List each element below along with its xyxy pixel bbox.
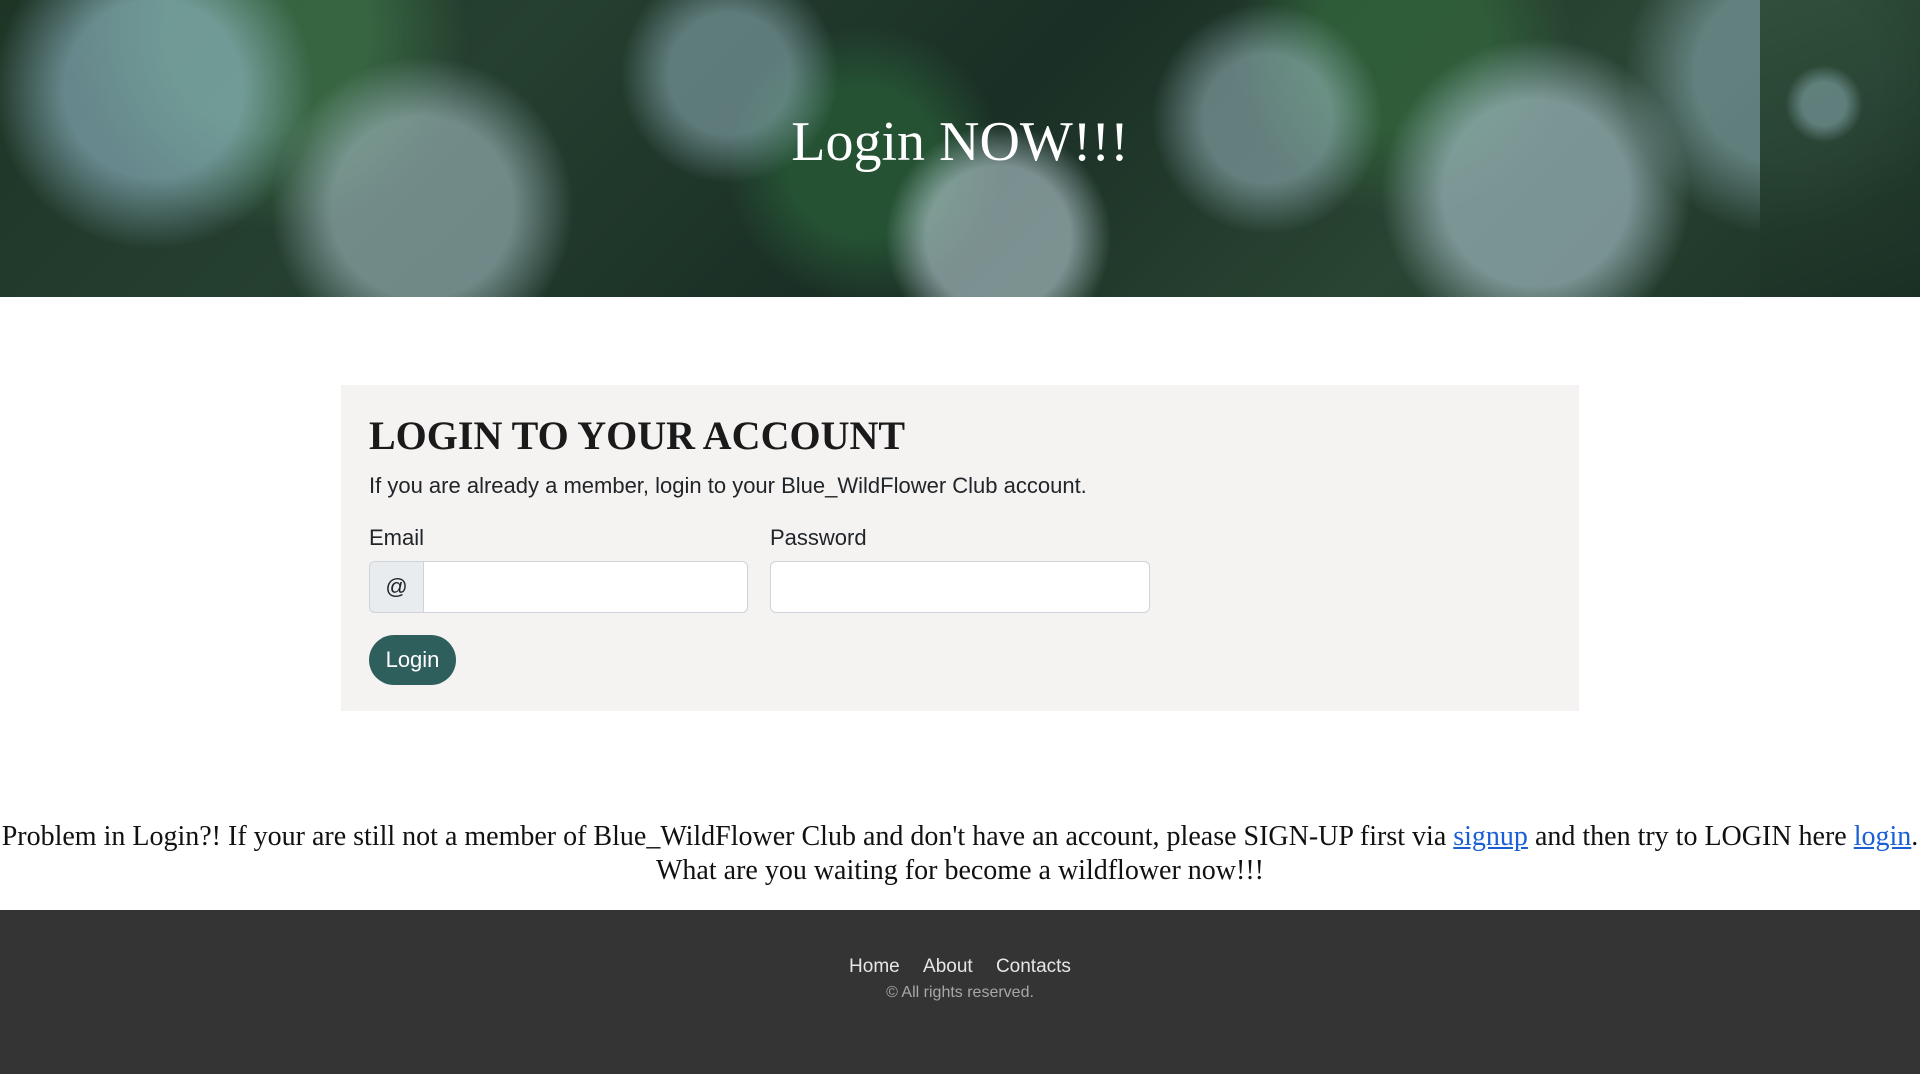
- login-fields: Email @ Password: [369, 525, 1551, 613]
- footer-nav: Home About Contacts: [0, 956, 1920, 978]
- footer-link-home[interactable]: Home: [849, 956, 900, 977]
- help-line-2: What are you waiting for become a wildfl…: [656, 855, 1264, 886]
- login-intro-text: If you are already a member, login to yo…: [369, 473, 1087, 498]
- help-text-middle: and then try to LOGIN here: [1527, 821, 1854, 852]
- copyright-text: © All rights reserved.: [886, 984, 1034, 1001]
- email-input[interactable]: [423, 561, 748, 613]
- email-field-group: Email @: [369, 525, 748, 613]
- email-input-group: @: [369, 561, 748, 613]
- help-line-1: Problem in Login?! If your are still not…: [0, 820, 1920, 854]
- password-input[interactable]: [770, 561, 1150, 613]
- footer-link-about[interactable]: About: [923, 956, 973, 977]
- hero-title: Login NOW!!!: [791, 111, 1129, 173]
- hero-banner: Login NOW!!!: [0, 0, 1920, 297]
- password-field-group: Password: [770, 525, 1150, 613]
- help-text-before: Problem in Login?! If your are still not…: [1, 821, 1454, 852]
- help-text: Problem in Login?! If your are still not…: [0, 820, 1920, 888]
- help-text-end: .: [1911, 821, 1919, 852]
- login-card: LOGIN TO YOUR ACCOUNT If you are already…: [341, 385, 1579, 711]
- login-button[interactable]: Login: [369, 635, 456, 685]
- password-label: Password: [770, 525, 867, 550]
- email-label: Email: [369, 525, 425, 550]
- at-sign-addon: @: [369, 561, 423, 613]
- login-link[interactable]: login: [1854, 821, 1912, 852]
- signup-link[interactable]: signup: [1453, 821, 1528, 852]
- login-heading: LOGIN TO YOUR ACCOUNT: [369, 413, 906, 458]
- footer: Home About Contacts © All rights reserve…: [0, 910, 1920, 1074]
- footer-link-contacts[interactable]: Contacts: [996, 956, 1071, 977]
